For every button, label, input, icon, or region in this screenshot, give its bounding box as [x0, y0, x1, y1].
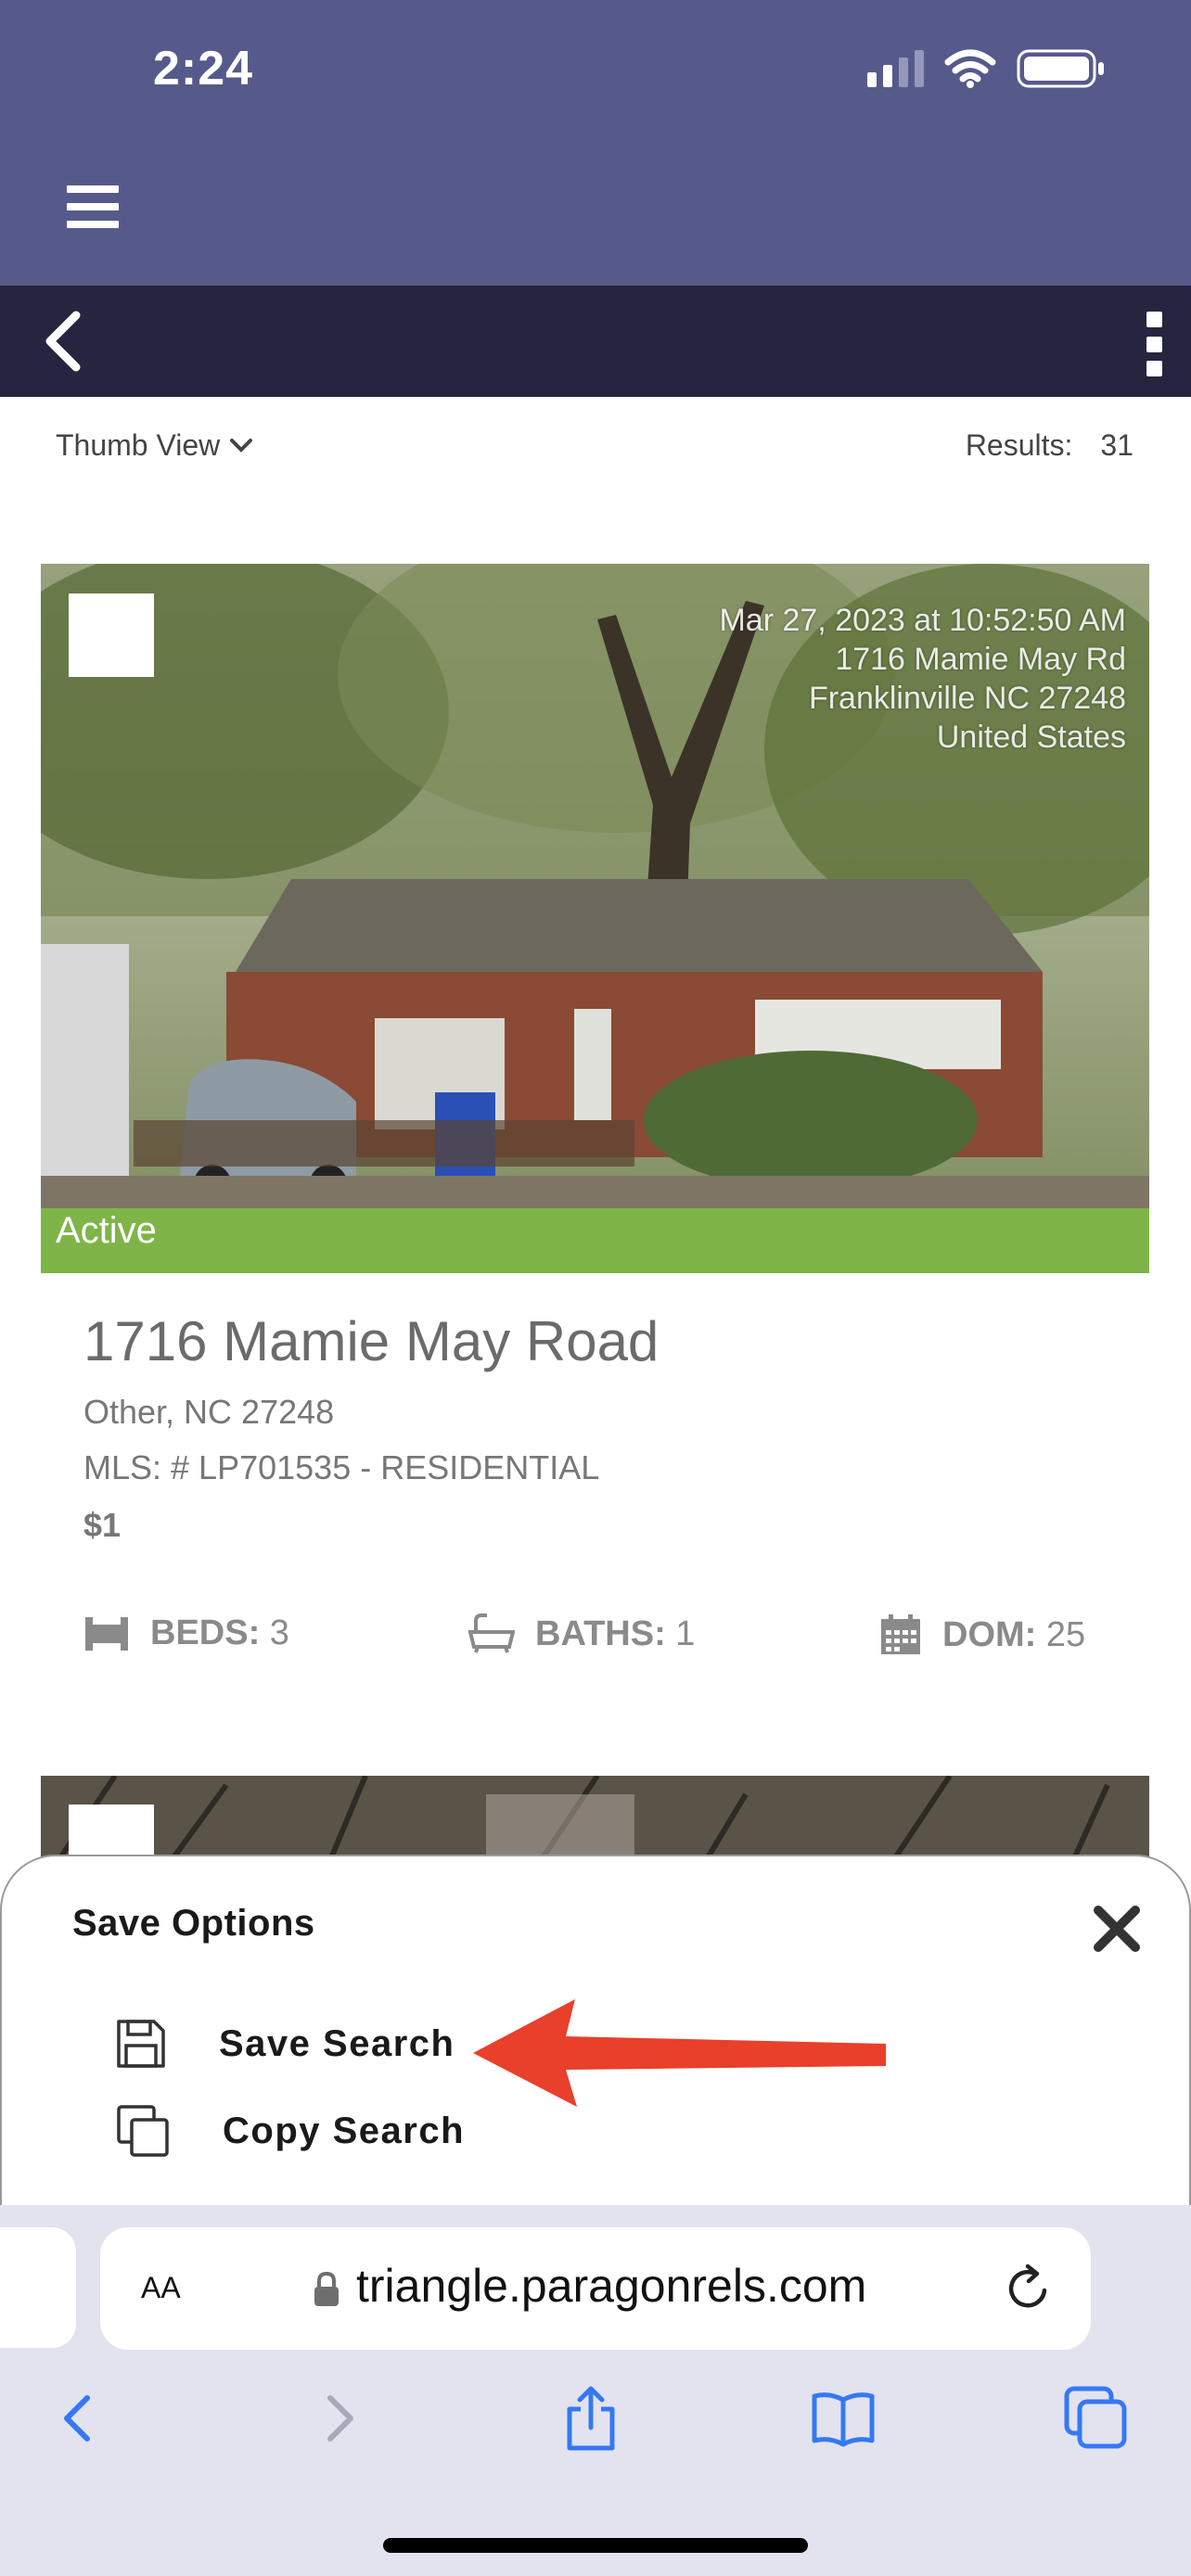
baths-stat: BATHS: 1	[468, 1613, 695, 1654]
copy-search-button[interactable]: Copy Search	[115, 2103, 465, 2159]
listing-address[interactable]: 1716 Mamie May Road	[83, 1309, 659, 1373]
app-page: 2:24 Thumb View Results: 31 Mar 27, 2023…	[0, 0, 1191, 2576]
save-search-label: Save Search	[219, 2022, 455, 2064]
photo-timestamp: Mar 27, 2023 at 10:52:50 AM 1716 Mamie M…	[719, 601, 1126, 757]
share-icon[interactable]	[558, 2385, 623, 2452]
red-arrow-annotation	[473, 1999, 886, 2107]
calendar-icon	[881, 1614, 920, 1654]
text-size-button[interactable]: AA	[141, 2263, 181, 2307]
beds-value: 3	[269, 1613, 289, 1652]
bed-icon	[85, 1616, 128, 1651]
bookmarks-icon[interactable]	[811, 2385, 876, 2452]
dom-value: 25	[1045, 1614, 1086, 1654]
text-size-label: AA	[141, 2271, 181, 2304]
listing-city: Other, NC 27248	[83, 1393, 335, 1431]
results-count: Results: 31	[966, 428, 1133, 463]
bathtub-icon	[468, 1613, 515, 1653]
stamp-line: Mar 27, 2023 at 10:52:50 AM	[719, 603, 1126, 638]
battery-icon	[1017, 49, 1104, 88]
status-badge: Active	[56, 1210, 157, 1251]
chevron-down-icon	[230, 438, 253, 453]
previous-tab-preview[interactable]	[0, 2227, 76, 2348]
copy-search-label: Copy Search	[223, 2110, 466, 2151]
beds-stat: BEDS: 3	[83, 1613, 289, 1653]
status-time: 2:24	[153, 42, 254, 96]
results-number: 31	[1100, 428, 1133, 462]
baths-label: BATHS:	[535, 1613, 666, 1653]
browser-forward-icon[interactable]	[306, 2385, 371, 2452]
reload-icon[interactable]	[1004, 2263, 1056, 2315]
sheet-title: Save Options	[72, 1903, 315, 1944]
view-selector[interactable]: Thumb View	[56, 428, 253, 463]
listing-price: $1	[83, 1506, 122, 1544]
tabs-icon[interactable]	[1063, 2385, 1128, 2452]
browser-back-icon[interactable]	[46, 2385, 111, 2452]
stamp-line: 1716 Mamie May Rd	[835, 642, 1126, 677]
cellular-signal-icon	[867, 50, 924, 87]
nav-bar	[0, 286, 1191, 397]
dom-stat: DOM: 25	[879, 1613, 1085, 1656]
home-indicator	[383, 2538, 808, 2553]
save-search-button[interactable]: Save Search	[115, 2018, 455, 2070]
lock-icon	[314, 2272, 339, 2306]
stamp-line: Franklinville NC 27248	[808, 681, 1126, 716]
close-icon[interactable]	[1091, 1903, 1143, 1955]
listing-mls: MLS: # LP701535 - RESIDENTIAL	[83, 1448, 600, 1486]
view-selector-label: Thumb View	[56, 428, 221, 462]
wifi-icon	[944, 49, 996, 88]
url-text[interactable]: triangle.paragonrels.com	[356, 2259, 866, 2313]
baths-value: 1	[675, 1613, 696, 1653]
back-chevron-icon[interactable]	[37, 308, 93, 375]
status-icons	[867, 48, 1106, 89]
beds-label: BEDS:	[150, 1613, 261, 1652]
floppy-disk-icon	[117, 2020, 165, 2068]
results-label: Results:	[965, 428, 1073, 462]
more-options-icon[interactable]	[1143, 312, 1165, 376]
menu-icon[interactable]	[67, 185, 119, 228]
listing-select-checkbox[interactable]	[69, 593, 154, 677]
copy-icon	[117, 2105, 169, 2157]
stamp-line: United States	[936, 720, 1126, 755]
dom-label: DOM:	[942, 1614, 1037, 1654]
